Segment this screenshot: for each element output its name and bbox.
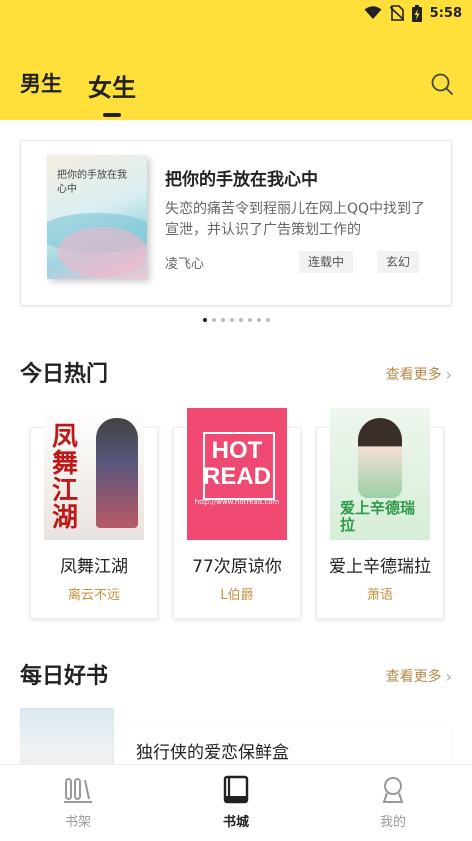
more-link-label: 查看更多 <box>385 367 442 383</box>
chevron-right-icon: › <box>445 364 452 384</box>
bookshelf-icon <box>64 778 92 803</box>
battery-charging-icon <box>411 4 422 22</box>
banner-description: 失恋的痛苦令到程丽儿在网上QQ中找到了宣泄，并认识了广告策划工作的 <box>165 201 426 238</box>
book-author: 萧语 <box>366 588 393 603</box>
genre-badge: 玄幻 <box>377 251 420 273</box>
bottom-tab-bar: 书架 书城 我的 <box>0 764 472 841</box>
pagination-dot[interactable] <box>256 318 261 322</box>
cover-url-text: http://www.hotread.com <box>194 498 280 506</box>
tab-male[interactable]: 男生 <box>20 68 62 103</box>
chevron-right-icon: › <box>445 666 452 686</box>
book-name: 独行侠的爱恋保鲜盒 <box>136 743 289 763</box>
pagination-dot[interactable] <box>265 318 270 322</box>
profile-icon <box>382 777 404 803</box>
tab-bookshelf-label: 书架 <box>64 815 91 830</box>
book-cover <box>20 708 114 764</box>
gender-tabs: 男生 女生 <box>20 68 136 117</box>
book-name: 凤舞江湖 <box>60 557 128 577</box>
book-card[interactable]: 爱上辛德瑞拉 爱上辛德瑞拉 萧语 <box>316 408 444 619</box>
tab-female[interactable]: 女生 <box>88 68 136 117</box>
banner-author: 凌飞心 <box>165 257 205 272</box>
active-tab-indicator <box>103 113 121 117</box>
book-card[interactable]: HOT READ http://www.hotread.com 77次原谅你 L… <box>173 408 301 619</box>
book-cover: 凤舞江湖 <box>44 408 144 540</box>
banner-title: 把你的手放在我心中 <box>165 170 318 190</box>
tab-bookshelf[interactable]: 书架 <box>38 775 118 830</box>
featured-banner[interactable]: 把你的手放在我心中 把你的手放在我心中 失恋的痛苦令到程丽儿在网上QQ中找到了宣… <box>20 140 452 306</box>
book-cover: HOT READ http://www.hotread.com <box>187 408 287 540</box>
app-header: 5:58 男生 女生 <box>0 0 472 120</box>
daily-book-item[interactable]: 独行侠的爱恋保鲜盒 <box>20 708 450 764</box>
tab-male-label: 男生 <box>20 72 62 96</box>
book-author: 离云不远 <box>67 588 120 603</box>
tab-profile[interactable]: 我的 <box>353 775 433 830</box>
daily-book-card: 独行侠的爱恋保鲜盒 <box>114 728 450 764</box>
status-time: 5:58 <box>429 5 462 21</box>
banner-cover-text: 把你的手放在我心中 <box>57 170 127 195</box>
hot-today-more-link[interactable]: 查看更多 › <box>386 364 452 384</box>
pagination-dot[interactable] <box>247 318 252 322</box>
search-icon[interactable] <box>430 72 454 96</box>
more-link-label: 查看更多 <box>385 669 442 685</box>
book-cover: 爱上辛德瑞拉 <box>330 408 430 540</box>
book-store-icon <box>223 775 249 804</box>
pagination-dot[interactable] <box>211 318 216 322</box>
tab-profile-label: 我的 <box>379 815 406 830</box>
pagination-dot[interactable] <box>238 318 243 322</box>
tab-book-store[interactable]: 书城 <box>196 775 276 830</box>
pagination-dot[interactable] <box>229 318 234 322</box>
book-name: 爱上辛德瑞拉 <box>329 557 431 577</box>
tab-book-store-label: 书城 <box>222 815 249 830</box>
book-card[interactable]: 凤舞江湖 凤舞江湖 离云不远 <box>30 408 158 619</box>
wifi-icon <box>364 6 382 19</box>
book-name: 77次原谅你 <box>192 557 282 577</box>
no-sim-icon <box>389 5 404 21</box>
daily-good-title: 每日好书 <box>20 663 109 689</box>
cover-title-text: 凤舞江湖 <box>52 422 79 533</box>
status-bar: 5:58 <box>364 0 462 26</box>
book-store-content: 把你的手放在我心中 把你的手放在我心中 失恋的痛苦令到程丽儿在网上QQ中找到了宣… <box>0 120 472 764</box>
cover-title-text: HOT READ <box>203 437 272 490</box>
banner-book-cover[interactable]: 把你的手放在我心中 <box>47 155 147 279</box>
pagination-dot[interactable] <box>220 318 225 322</box>
tab-female-label: 女生 <box>88 74 136 102</box>
status-badge: 连载中 <box>299 251 354 273</box>
cover-title-text: 爱上辛德瑞拉 <box>340 499 416 534</box>
banner-pagination-dots <box>0 318 472 322</box>
hot-today-title: 今日热门 <box>20 361 109 387</box>
daily-good-more-link[interactable]: 查看更多 › <box>386 666 452 686</box>
book-author: L伯爵 <box>220 588 254 603</box>
pagination-dot[interactable] <box>202 318 207 322</box>
